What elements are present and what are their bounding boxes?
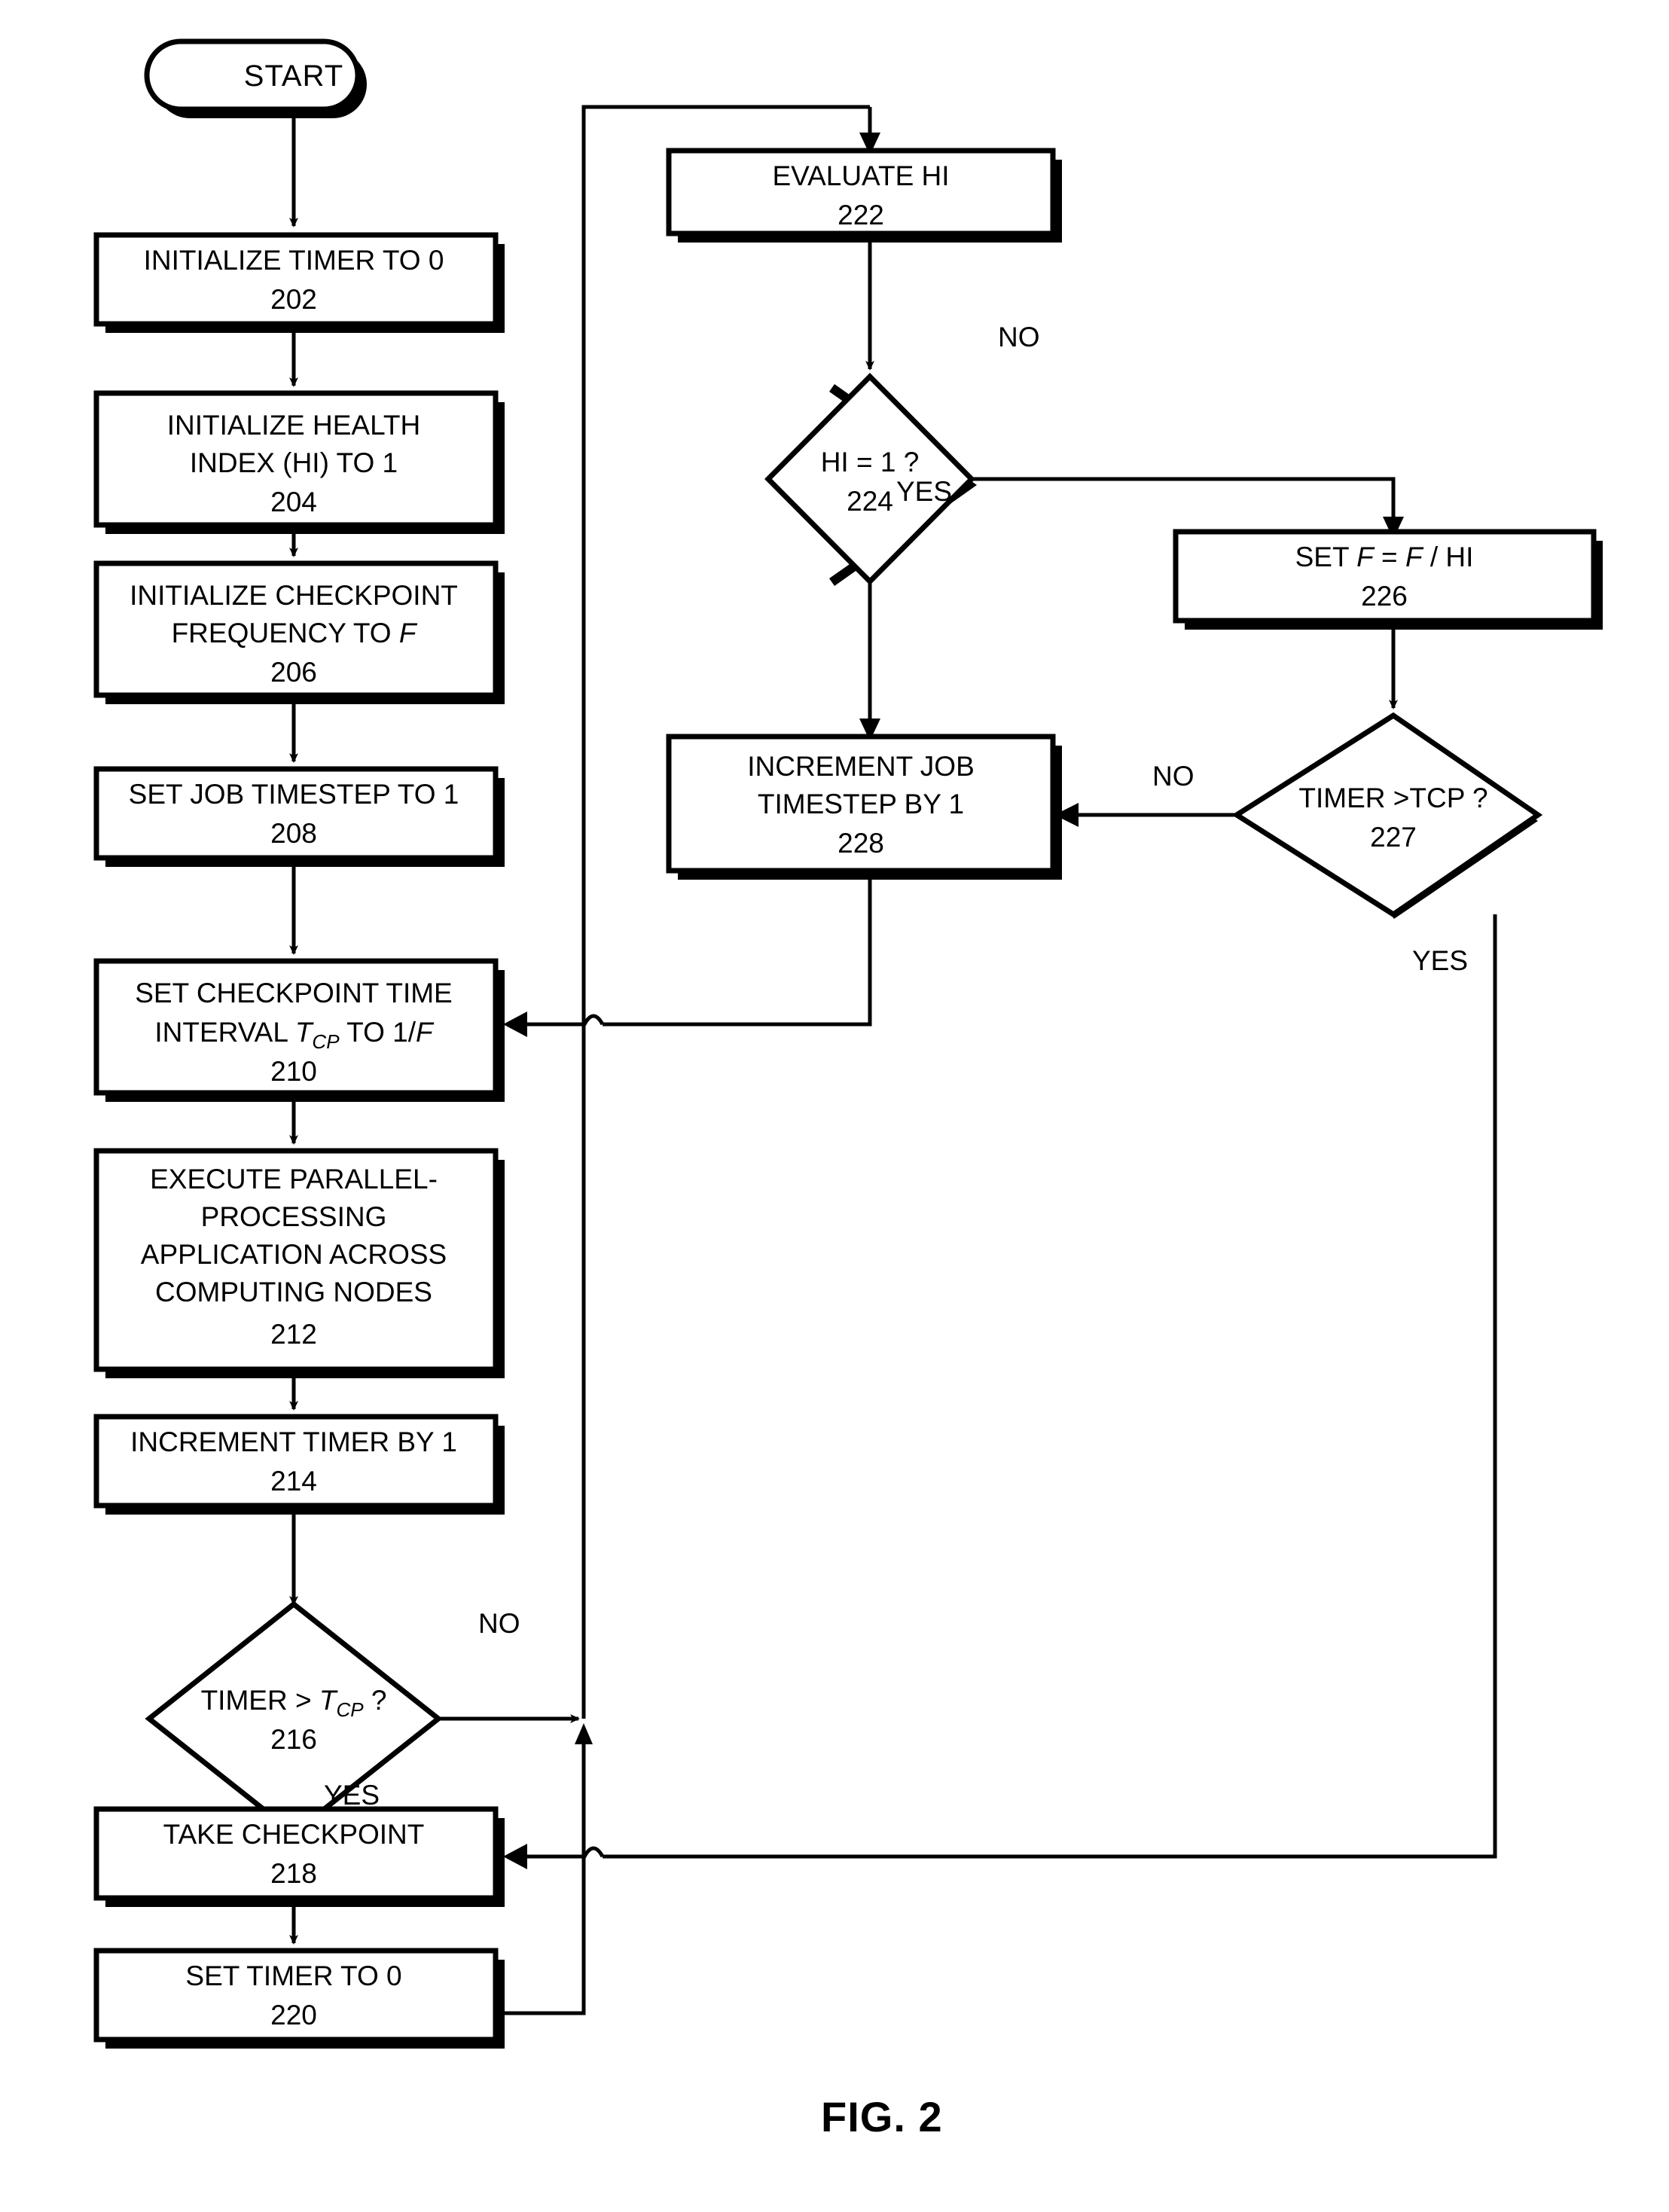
node-210-line2: INTERVAL TCP TO 1/F <box>154 1017 435 1053</box>
node-204-ref: 204 <box>270 487 317 517</box>
edge-227-yes-seg1 <box>603 914 1497 1859</box>
node-228-line2: TIMESTEP BY 1 <box>758 789 964 819</box>
node-226-post: / HI <box>1423 542 1474 572</box>
edge-label-yes-227: YES <box>1412 945 1468 976</box>
node-224-ref: 224 <box>847 486 893 517</box>
node-216-var-t: T <box>319 1685 338 1716</box>
node-228-line1: INCREMENT JOB <box>747 751 975 782</box>
figure-caption: FIG. 2 <box>821 2093 943 2140</box>
node-206-ref: 206 <box>270 657 317 688</box>
node-212-line3: APPLICATION ACROSS <box>141 1239 447 1270</box>
node-227-line1: TIMER >TCP ? <box>1298 783 1487 813</box>
node-226-var-f1: F <box>1356 542 1375 572</box>
edge-label-yes-216: YES <box>324 1780 380 1811</box>
node-218-ref: 218 <box>270 1858 317 1889</box>
edge-label-no-216: NO <box>478 1608 520 1639</box>
node-214-line1: INCREMENT TIMER BY 1 <box>130 1426 457 1457</box>
edge-228-to-210-seg1 <box>603 872 872 1027</box>
edge-label-yes-224: YES <box>896 476 952 507</box>
node-210-var-t: T <box>295 1017 314 1048</box>
node-210-line2-mid: TO 1/ <box>340 1017 416 1048</box>
node-220-line1: SET TIMER TO 0 <box>185 1960 401 1991</box>
edge-227-yes-hop <box>518 1846 605 1859</box>
node-220-ref: 220 <box>270 2000 317 2030</box>
node-222-ref: 222 <box>838 200 884 230</box>
node-210-sub-cp: CP <box>312 1030 340 1053</box>
edge-bus-to-222 <box>581 105 870 1719</box>
edge-label-no-224: NO <box>998 322 1040 352</box>
node-212-ref: 212 <box>270 1319 317 1350</box>
arrowhead-218-in-right <box>503 1844 527 1869</box>
node-226-ref: 226 <box>1361 581 1408 612</box>
node-206-line2: FREQUENCY TO F <box>172 618 418 648</box>
node-226-pre: SET <box>1295 542 1357 572</box>
edge-228-to-210-hop <box>518 1014 605 1027</box>
edge-224-no <box>972 477 1396 527</box>
node-212-line4: COMPUTING NODES <box>155 1277 432 1307</box>
figure-sheet: START INITIALIZE TIMER TO 0 202 INITIALI… <box>0 0 1669 2212</box>
node-204-line2: INDEX (HI) TO 1 <box>190 447 398 478</box>
node-216-post: ? <box>364 1685 387 1716</box>
node-204-line1: INITIALIZE HEALTH <box>167 410 421 441</box>
node-212-line2: PROCESSING <box>201 1201 387 1232</box>
node-210-ref: 210 <box>270 1056 317 1087</box>
node-208-ref: 208 <box>270 818 317 849</box>
node-214-ref: 214 <box>270 1466 317 1497</box>
node-206-line2-pre: FREQUENCY TO <box>172 618 399 648</box>
node-222-line1: EVALUATE HI <box>772 160 949 191</box>
node-206-line1: INITIALIZE CHECKPOINT <box>130 580 458 611</box>
arrowhead-210-in-right <box>503 1011 527 1037</box>
node-210-var-f: F <box>416 1017 435 1048</box>
node-210-line2-pre: INTERVAL <box>154 1017 294 1048</box>
arrowhead-bus-up <box>575 1723 593 1744</box>
node-216-pre: TIMER > <box>201 1685 319 1716</box>
node-206-var-f: F <box>399 618 418 648</box>
node-212-line1: EXECUTE PARALLEL- <box>150 1164 438 1194</box>
node-202-line1: INITIALIZE TIMER TO 0 <box>144 245 444 276</box>
node-216-ref: 216 <box>270 1724 317 1755</box>
node-226-var-f2: F <box>1405 542 1424 572</box>
node-218-line1: TAKE CHECKPOINT <box>163 1819 425 1850</box>
node-224-line1: HI = 1 ? <box>821 447 920 477</box>
terminator-start-label: START <box>244 59 343 93</box>
node-202-ref: 202 <box>270 284 317 315</box>
flowchart-canvas: START INITIALIZE TIMER TO 0 202 INITIALI… <box>93 38 1603 2140</box>
node-226-line1: SET F = F / HI <box>1295 542 1474 572</box>
edge-label-no-227: NO <box>1152 761 1195 792</box>
node-226-mid: = <box>1374 542 1405 572</box>
edge-220-to-bus <box>505 1732 586 2015</box>
node-216-sub-cp: CP <box>336 1698 364 1721</box>
node-228-ref: 228 <box>838 828 884 859</box>
node-210-line1: SET CHECKPOINT TIME <box>135 978 452 1008</box>
node-208-line1: SET JOB TIMESTEP TO 1 <box>129 779 459 810</box>
node-227-ref: 227 <box>1370 822 1417 853</box>
